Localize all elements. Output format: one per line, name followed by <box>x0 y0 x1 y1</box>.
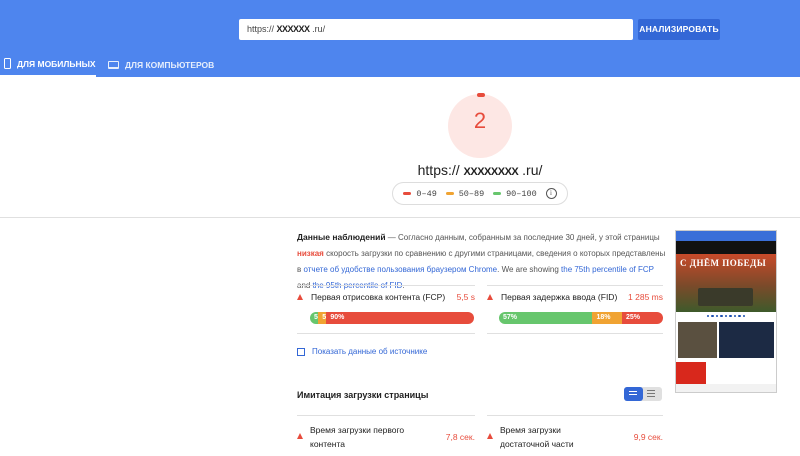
bar-segment-average: 5% <box>318 312 332 324</box>
warning-triangle-icon <box>487 433 493 439</box>
thumb-footer <box>676 360 776 384</box>
view-toggle[interactable] <box>624 387 662 401</box>
metric-label: Первая отрисовка контента (FCP) <box>311 292 446 302</box>
metric-fid: Первая задержка ввода (FID) 1 285 ms <box>487 292 663 302</box>
lab-metric-value: 7,8 сек. <box>445 432 475 442</box>
legend-label: 50–89 <box>458 188 485 199</box>
legend-label: 90–100 <box>506 188 537 199</box>
thumb-topbar <box>676 231 776 241</box>
tab-mobile-label: ДЛЯ МОБИЛЬНЫХ <box>17 58 96 69</box>
metric-divider <box>297 285 475 286</box>
site-suffix: .ru/ <box>522 162 543 178</box>
crux-report-link[interactable]: отчете об удобстве пользования браузером… <box>303 265 497 274</box>
url-masked: XXXXXX <box>276 24 311 34</box>
score-value: 2 <box>473 108 487 133</box>
bar-segment-average: 18% <box>592 312 622 324</box>
bar-segment-fast: 5% <box>310 312 324 324</box>
legend-item-average: 50–89 <box>445 188 485 199</box>
warning-triangle-icon <box>297 433 303 439</box>
thumb-header <box>676 241 776 254</box>
bar-segment-slow: 90% <box>326 312 474 324</box>
warning-triangle-icon <box>487 294 493 300</box>
field-data-title: Данные наблюдений <box>297 232 386 242</box>
origin-checkbox[interactable] <box>297 347 305 356</box>
list-view-icon[interactable] <box>624 387 643 401</box>
metric-label: Первая задержка ввода (FID) <box>501 292 618 302</box>
url-input[interactable]: https:// XXXXXX .ru/ <box>239 19 633 40</box>
metric-value: 1 285 ms <box>628 292 663 302</box>
details-view-icon[interactable] <box>643 387 662 401</box>
phone-icon <box>4 58 11 69</box>
thumb-hero: С ДНЁМ ПОБЕДЫ <box>676 254 776 312</box>
thumb-content-row <box>676 320 776 360</box>
info-icon[interactable]: i <box>545 188 557 199</box>
section-divider <box>0 217 800 218</box>
fcp-distribution-bar: 5% 5% 90% <box>310 312 474 324</box>
url-suffix: .ru/ <box>312 24 326 34</box>
legend-label: 0–49 <box>416 188 437 199</box>
tab-desktop[interactable]: ДЛЯ КОМПЬЮТЕРОВ <box>108 52 218 77</box>
lab-divider <box>487 415 663 416</box>
score-arc <box>477 93 485 97</box>
metric-fcp: Первая отрисовка контента (FCP) 5,5 s <box>297 292 475 302</box>
tab-mobile[interactable]: ДЛЯ МОБИЛЬНЫХ <box>0 52 96 77</box>
lab-divider <box>297 415 475 416</box>
thumb-hero-text: С ДНЁМ ПОБЕДЫ <box>680 258 767 268</box>
legend-item-good: 90–100 <box>493 189 537 199</box>
bar-segment-fast: 57% <box>499 312 593 324</box>
lab-data-title: Имитация загрузки страницы <box>297 390 429 400</box>
tab-desktop-label: ДЛЯ КОМПЬЮТЕРОВ <box>125 59 215 70</box>
page-screenshot-thumbnail: С ДНЁМ ПОБЕДЫ <box>675 230 777 393</box>
lab-metric-fmp: Время загрузки достаточной части контент… <box>487 423 663 456</box>
bar-segment-slow: 25% <box>621 312 663 324</box>
field-data-text: — Согласно данным, собранным за последни… <box>385 233 660 242</box>
origin-summary-toggle[interactable]: Показать данные об источнике <box>297 347 427 356</box>
lab-metric-label: Время загрузки достаточной части контент… <box>500 425 574 456</box>
laptop-icon <box>108 60 119 69</box>
lab-metric-fcp: Время загрузки первого контента 7,8 сек. <box>297 423 475 453</box>
site-masked: XXXXXXXX <box>463 166 519 178</box>
metric-divider <box>297 333 475 334</box>
metric-divider <box>487 285 663 286</box>
fid-distribution-bar: 57% 18% 25% <box>499 312 663 324</box>
metric-divider <box>487 333 663 334</box>
thumb-truck-image <box>698 288 753 306</box>
analyze-button[interactable]: АНАЛИЗИРОВАТЬ <box>638 19 720 40</box>
legend-item-poor: 0–49 <box>403 188 437 199</box>
analyzed-url: https:// XXXXXXXX .ru/ <box>380 162 580 178</box>
origin-checkbox-label: Показать данные об источнике <box>312 347 428 356</box>
lab-metric-value: 9,9 сек. <box>633 432 663 442</box>
field-data-text: . We are showing <box>497 265 562 274</box>
legend-swatch <box>403 192 412 195</box>
fcp-percentile-link[interactable]: the 75th percentile of FCP <box>561 265 654 274</box>
field-data-low: низкая <box>297 249 324 258</box>
score-legend: 0–49 50–89 90–100 i <box>392 182 568 205</box>
lab-metric-label: Время загрузки первого контента <box>310 425 405 449</box>
url-prefix: https:// <box>247 24 277 34</box>
metric-value: 5,5 s <box>456 292 475 302</box>
site-prefix: https:// <box>417 162 460 178</box>
thumb-carousel-dots <box>676 312 776 320</box>
legend-swatch <box>445 192 454 195</box>
warning-triangle-icon <box>297 294 303 300</box>
legend-swatch <box>493 192 502 195</box>
